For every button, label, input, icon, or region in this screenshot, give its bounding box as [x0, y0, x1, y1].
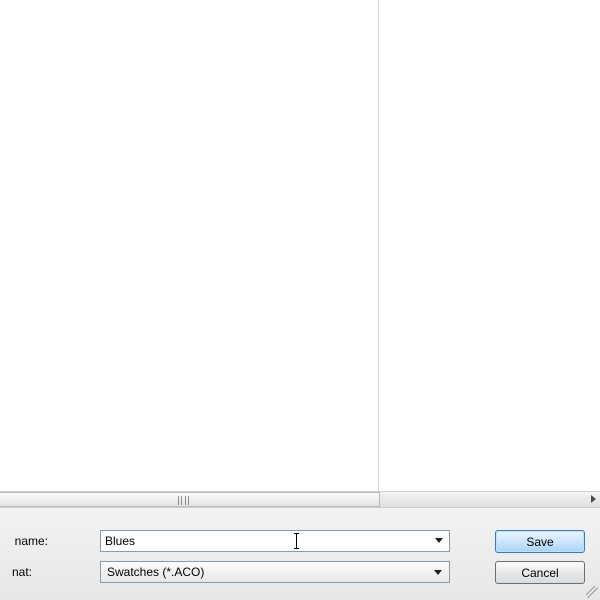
save-button[interactable]: Save: [495, 530, 585, 553]
filename-input[interactable]: [100, 530, 450, 552]
scrollbar-grip-icon: [178, 496, 189, 505]
horizontal-scrollbar-thumb[interactable]: [0, 492, 380, 507]
cancel-button[interactable]: Cancel: [495, 561, 585, 584]
format-label: nat:: [0, 565, 32, 579]
scroll-right-icon[interactable]: [591, 495, 596, 503]
format-select-value: Swatches (*.ACO): [107, 565, 204, 579]
format-select[interactable]: Swatches (*.ACO): [100, 561, 450, 583]
filename-label: name:: [0, 534, 48, 548]
chevron-down-icon: [434, 570, 442, 575]
listing-divider: [378, 0, 379, 491]
resize-grip-icon[interactable]: [586, 586, 598, 598]
horizontal-scrollbar[interactable]: [0, 491, 600, 508]
file-listing-area[interactable]: [0, 0, 600, 491]
dialog-lower-panel: [0, 508, 600, 600]
